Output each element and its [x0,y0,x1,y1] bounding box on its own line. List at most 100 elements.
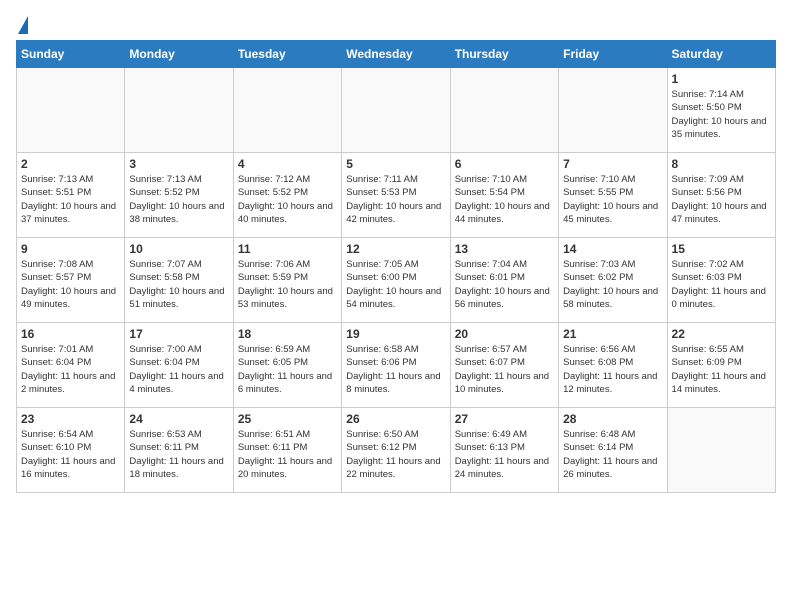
day-info: Sunrise: 6:50 AM Sunset: 6:12 PM Dayligh… [346,428,445,481]
day-info: Sunrise: 7:02 AM Sunset: 6:03 PM Dayligh… [672,258,771,311]
calendar-day-cell: 7 Sunrise: 7:10 AM Sunset: 5:55 PM Daylig… [559,153,667,238]
column-header-saturday: Saturday [667,41,775,68]
calendar-day-cell: 22 Sunrise: 6:55 AM Sunset: 6:09 PM Dayli… [667,323,775,408]
calendar-day-cell: 26 Sunrise: 6:50 AM Sunset: 6:12 PM Dayli… [342,408,450,493]
day-info: Sunrise: 7:00 AM Sunset: 6:04 PM Dayligh… [129,343,228,396]
day-info: Sunrise: 6:54 AM Sunset: 6:10 PM Dayligh… [21,428,120,481]
day-number: 9 [21,242,120,256]
day-number: 26 [346,412,445,426]
calendar-day-cell: 15 Sunrise: 7:02 AM Sunset: 6:03 PM Dayli… [667,238,775,323]
day-number: 5 [346,157,445,171]
column-header-thursday: Thursday [450,41,558,68]
day-number: 13 [455,242,554,256]
day-number: 14 [563,242,662,256]
day-number: 4 [238,157,337,171]
page-header [16,16,776,36]
calendar-day-cell [17,68,125,153]
calendar-day-cell: 9 Sunrise: 7:08 AM Sunset: 5:57 PM Daylig… [17,238,125,323]
calendar-header-row: SundayMondayTuesdayWednesdayThursdayFrid… [17,41,776,68]
day-info: Sunrise: 6:53 AM Sunset: 6:11 PM Dayligh… [129,428,228,481]
calendar-day-cell: 25Sunrise: 6:51 AM Sunset: 6:11 PM Dayli… [233,408,341,493]
day-info: Sunrise: 7:10 AM Sunset: 5:55 PM Dayligh… [563,173,662,226]
day-info: Sunrise: 7:05 AM Sunset: 6:00 PM Dayligh… [346,258,445,311]
calendar-day-cell: 12 Sunrise: 7:05 AM Sunset: 6:00 PM Dayli… [342,238,450,323]
calendar-day-cell: 13 Sunrise: 7:04 AM Sunset: 6:01 PM Dayli… [450,238,558,323]
calendar-day-cell [667,408,775,493]
calendar-day-cell: 23 Sunrise: 6:54 AM Sunset: 6:10 PM Dayli… [17,408,125,493]
calendar-day-cell: 2 Sunrise: 7:13 AM Sunset: 5:51 PM Daylig… [17,153,125,238]
day-number: 17 [129,327,228,341]
day-number: 3 [129,157,228,171]
calendar-day-cell: 1 Sunrise: 7:14 AM Sunset: 5:50 PM Daylig… [667,68,775,153]
calendar-day-cell: 4 Sunrise: 7:12 AM Sunset: 5:52 PM Daylig… [233,153,341,238]
day-info: Sunrise: 6:58 AM Sunset: 6:06 PM Dayligh… [346,343,445,396]
day-info: Sunrise: 7:09 AM Sunset: 5:56 PM Dayligh… [672,173,771,226]
day-info: Sunrise: 7:13 AM Sunset: 5:51 PM Dayligh… [21,173,120,226]
day-number: 6 [455,157,554,171]
day-info: Sunrise: 6:48 AM Sunset: 6:14 PM Dayligh… [563,428,662,481]
calendar-day-cell: 6 Sunrise: 7:10 AM Sunset: 5:54 PM Daylig… [450,153,558,238]
calendar-day-cell [559,68,667,153]
day-number: 20 [455,327,554,341]
calendar-day-cell [450,68,558,153]
day-number: 11 [238,242,337,256]
calendar-day-cell: 14 Sunrise: 7:03 AM Sunset: 6:02 PM Dayli… [559,238,667,323]
day-number: 16 [21,327,120,341]
day-number: 21 [563,327,662,341]
day-info: Sunrise: 6:56 AM Sunset: 6:08 PM Dayligh… [563,343,662,396]
day-info: Sunrise: 7:13 AM Sunset: 5:52 PM Dayligh… [129,173,228,226]
day-number: 23 [21,412,120,426]
day-info: Sunrise: 7:08 AM Sunset: 5:57 PM Dayligh… [21,258,120,311]
calendar-table: SundayMondayTuesdayWednesdayThursdayFrid… [16,40,776,493]
day-info: Sunrise: 7:01 AM Sunset: 6:04 PM Dayligh… [21,343,120,396]
day-info: Sunrise: 6:49 AM Sunset: 6:13 PM Dayligh… [455,428,554,481]
calendar-day-cell: 21 Sunrise: 6:56 AM Sunset: 6:08 PM Dayli… [559,323,667,408]
calendar-day-cell: 17 Sunrise: 7:00 AM Sunset: 6:04 PM Dayli… [125,323,233,408]
column-header-tuesday: Tuesday [233,41,341,68]
logo-triangle-icon [18,16,28,34]
day-info: Sunrise: 7:10 AM Sunset: 5:54 PM Dayligh… [455,173,554,226]
day-info: Sunrise: 7:03 AM Sunset: 6:02 PM Dayligh… [563,258,662,311]
column-header-monday: Monday [125,41,233,68]
day-number: 19 [346,327,445,341]
calendar-day-cell: 20 Sunrise: 6:57 AM Sunset: 6:07 PM Dayli… [450,323,558,408]
column-header-wednesday: Wednesday [342,41,450,68]
day-number: 24 [129,412,228,426]
calendar-day-cell: 8 Sunrise: 7:09 AM Sunset: 5:56 PM Daylig… [667,153,775,238]
day-info: Sunrise: 6:57 AM Sunset: 6:07 PM Dayligh… [455,343,554,396]
day-info: Sunrise: 7:04 AM Sunset: 6:01 PM Dayligh… [455,258,554,311]
day-info: Sunrise: 6:59 AM Sunset: 6:05 PM Dayligh… [238,343,337,396]
day-number: 8 [672,157,771,171]
calendar-day-cell: 19 Sunrise: 6:58 AM Sunset: 6:06 PM Dayli… [342,323,450,408]
calendar-week-row: 9 Sunrise: 7:08 AM Sunset: 5:57 PM Daylig… [17,238,776,323]
day-number: 25 [238,412,337,426]
calendar-day-cell [125,68,233,153]
day-number: 1 [672,72,771,86]
calendar-week-row: 1 Sunrise: 7:14 AM Sunset: 5:50 PM Daylig… [17,68,776,153]
calendar-day-cell [233,68,341,153]
day-number: 2 [21,157,120,171]
day-info: Sunrise: 7:11 AM Sunset: 5:53 PM Dayligh… [346,173,445,226]
day-number: 7 [563,157,662,171]
calendar-day-cell: 5 Sunrise: 7:11 AM Sunset: 5:53 PM Daylig… [342,153,450,238]
day-number: 22 [672,327,771,341]
calendar-week-row: 2 Sunrise: 7:13 AM Sunset: 5:51 PM Daylig… [17,153,776,238]
calendar-day-cell: 28 Sunrise: 6:48 AM Sunset: 6:14 PM Dayli… [559,408,667,493]
day-number: 28 [563,412,662,426]
day-number: 18 [238,327,337,341]
day-info: Sunrise: 7:12 AM Sunset: 5:52 PM Dayligh… [238,173,337,226]
column-header-sunday: Sunday [17,41,125,68]
day-number: 15 [672,242,771,256]
calendar-day-cell: 10 Sunrise: 7:07 AM Sunset: 5:58 PM Dayli… [125,238,233,323]
day-info: Sunrise: 7:07 AM Sunset: 5:58 PM Dayligh… [129,258,228,311]
day-info: Sunrise: 6:55 AM Sunset: 6:09 PM Dayligh… [672,343,771,396]
calendar-week-row: 16 Sunrise: 7:01 AM Sunset: 6:04 PM Dayli… [17,323,776,408]
calendar-day-cell: 16 Sunrise: 7:01 AM Sunset: 6:04 PM Dayli… [17,323,125,408]
calendar-day-cell: 11 Sunrise: 7:06 AM Sunset: 5:59 PM Dayli… [233,238,341,323]
day-info: Sunrise: 7:14 AM Sunset: 5:50 PM Dayligh… [672,88,771,141]
day-number: 12 [346,242,445,256]
calendar-day-cell [342,68,450,153]
logo [16,16,29,36]
day-number: 10 [129,242,228,256]
day-info: Sunrise: 7:06 AM Sunset: 5:59 PM Dayligh… [238,258,337,311]
